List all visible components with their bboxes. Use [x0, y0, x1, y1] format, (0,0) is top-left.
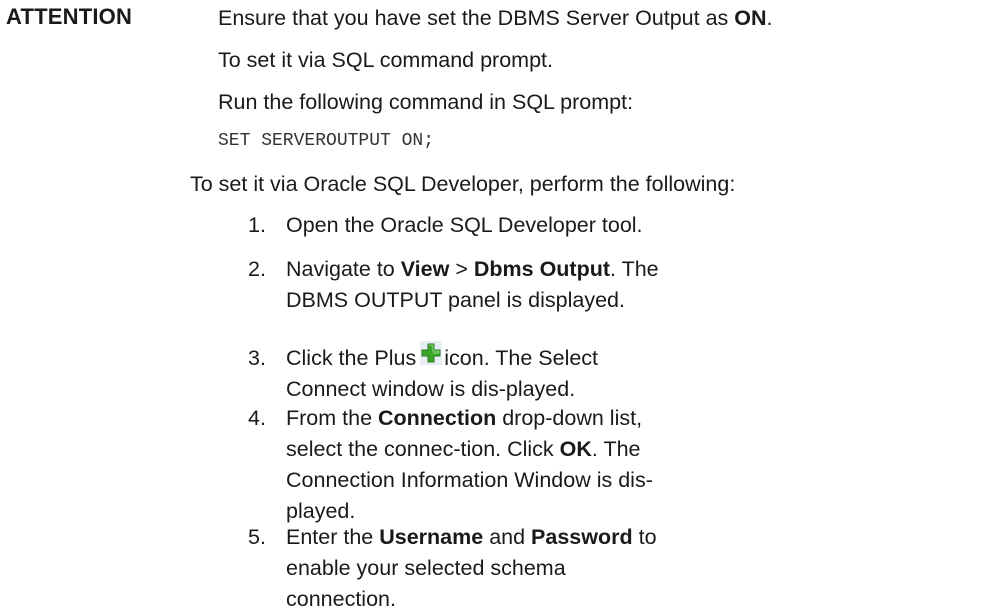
step-number: 5. [248, 525, 266, 549]
step-text-part: Click the Plus [286, 346, 417, 370]
line1-end: . [766, 6, 773, 30]
step-number: 1. [248, 213, 266, 237]
step-text-part: From the [286, 406, 378, 430]
attention-label: ATTENTION [6, 4, 133, 29]
step-text: Navigate to View > Dbms Output. The DBMS… [286, 254, 676, 316]
attention-line-4: To set it via Oracle SQL Developer, perf… [190, 172, 736, 196]
password-field: Password [531, 525, 633, 549]
step-text-part: > [449, 257, 474, 281]
step-number: 4. [248, 406, 266, 430]
ok-button-ref: OK [559, 437, 592, 461]
step-number: 2. [248, 257, 266, 281]
menu-dbms-output: Dbms Output [473, 257, 611, 281]
step-text: From the Connection drop-down list, sele… [286, 403, 681, 527]
step-text: Click the Plus icon. The Select Connect … [286, 341, 678, 405]
step-text-part: and [483, 525, 532, 549]
line1-bold: ON [734, 6, 767, 30]
attention-line-2: To set it via SQL command prompt. [218, 48, 553, 72]
step-text: Open the Oracle SQL Developer tool. [286, 213, 643, 237]
username-field: Username [379, 525, 484, 549]
attention-line-1: Ensure that you have set the DBMS Server… [218, 4, 773, 32]
step-text-part: Enter the [286, 525, 380, 549]
menu-view: View [400, 257, 450, 281]
step-text-part: Navigate to [286, 257, 401, 281]
step-number: 3. [248, 346, 266, 370]
line1-text: Ensure that you have set the DBMS Server… [218, 6, 735, 30]
attention-line-3: Run the following command in SQL prompt: [218, 90, 634, 114]
sql-command-code: SET SERVEROUTPUT ON; [218, 131, 435, 151]
plus-icon [420, 341, 443, 367]
connection-field: Connection [378, 406, 497, 430]
step-text: Enter the Username and Password to enabl… [286, 522, 676, 615]
